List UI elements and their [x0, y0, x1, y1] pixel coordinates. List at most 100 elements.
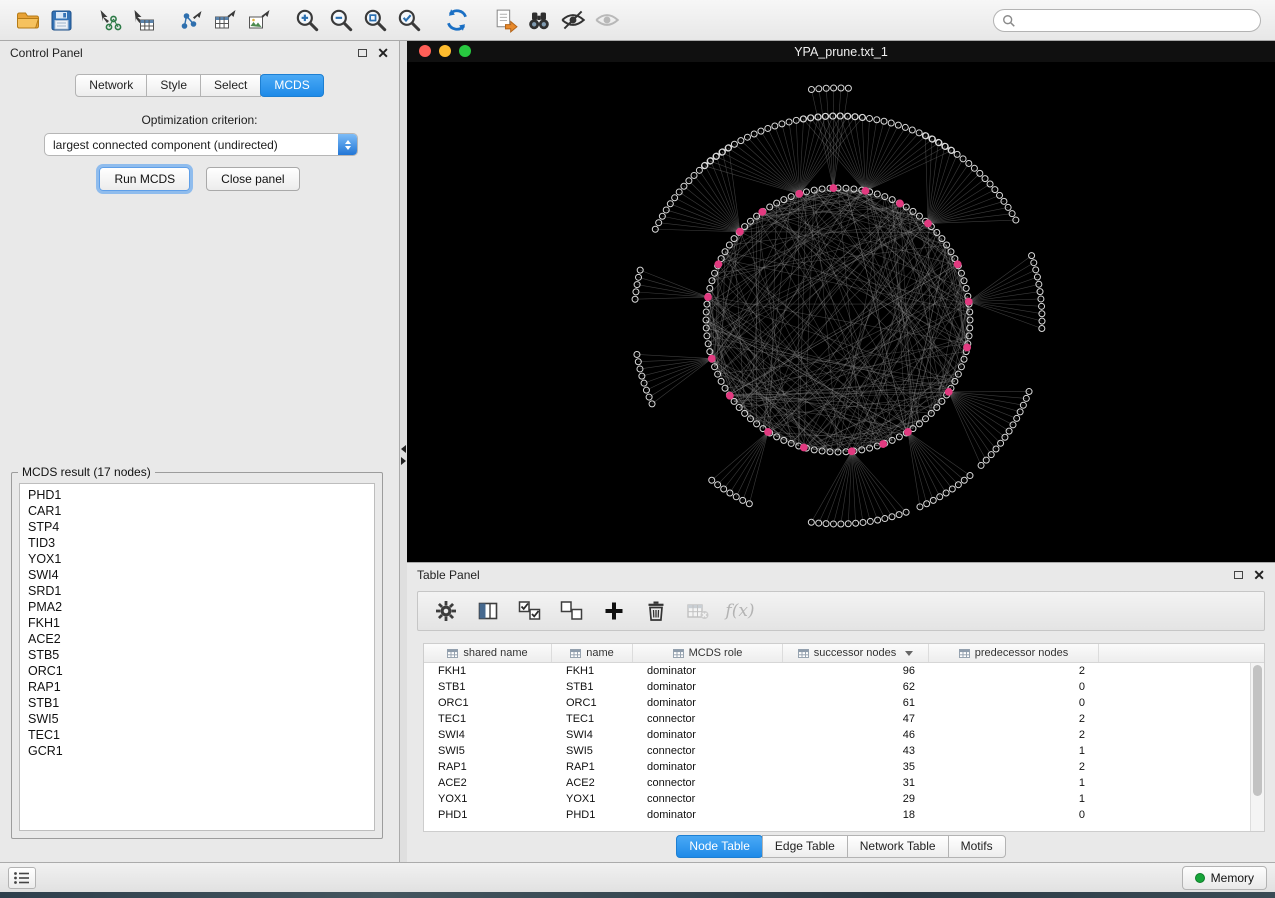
tab-edge-table[interactable]: Edge Table — [762, 835, 848, 858]
tab-select[interactable]: Select — [200, 74, 261, 97]
tab-style[interactable]: Style — [146, 74, 201, 97]
table-cell: 31 — [783, 775, 929, 791]
tab-mcds[interactable]: MCDS — [260, 74, 323, 97]
table-cell: 2 — [929, 759, 1099, 775]
export-image-icon[interactable] — [242, 4, 276, 36]
mcds-result-node[interactable]: PMA2 — [28, 599, 374, 615]
zoom-selected-icon[interactable] — [392, 4, 426, 36]
zoom-in-icon[interactable] — [290, 4, 324, 36]
network-canvas[interactable] — [407, 62, 1275, 562]
table-cell: SWI4 — [552, 727, 633, 743]
table-cell — [1099, 791, 1250, 807]
table-cell: PHD1 — [424, 807, 552, 823]
table-cell: connector — [633, 743, 783, 759]
show-columns-icon[interactable] — [472, 596, 504, 626]
table-row[interactable]: SWI4SWI4dominator462 — [424, 727, 1250, 743]
window-minimize-icon[interactable] — [439, 45, 451, 57]
float-panel-icon[interactable] — [358, 49, 367, 57]
mcds-result-node[interactable]: CAR1 — [28, 503, 374, 519]
export-table-icon[interactable] — [208, 4, 242, 36]
apply-layout-icon[interactable] — [440, 4, 474, 36]
table-scrollbar[interactable] — [1250, 663, 1264, 831]
table-row[interactable]: STB1STB1dominator620 — [424, 679, 1250, 695]
mcds-result-node[interactable]: STP4 — [28, 519, 374, 535]
mcds-result-node[interactable]: PHD1 — [28, 487, 374, 503]
table-row[interactable]: RAP1RAP1dominator352 — [424, 759, 1250, 775]
zoom-fit-icon[interactable] — [358, 4, 392, 36]
table-cell — [1099, 727, 1250, 743]
table-row[interactable]: PHD1PHD1dominator180 — [424, 807, 1250, 823]
mcds-result-node[interactable]: RAP1 — [28, 679, 374, 695]
table-row[interactable]: ORC1ORC1dominator610 — [424, 695, 1250, 711]
table-row[interactable]: ACE2ACE2connector311 — [424, 775, 1250, 791]
tab-node-table[interactable]: Node Table — [676, 835, 763, 858]
settings-gear-icon[interactable] — [430, 596, 462, 626]
collapse-left-icon[interactable] — [401, 445, 406, 453]
column-header-mcds-role[interactable]: MCDS role — [633, 644, 783, 662]
column-header-predecessor-nodes[interactable]: predecessor nodes — [929, 644, 1099, 662]
mcds-result-list[interactable]: PHD1CAR1STP4TID3YOX1SWI4SRD1PMA2FKH1ACE2… — [19, 483, 375, 831]
memory-status-icon — [1195, 873, 1205, 883]
run-mcds-button[interactable]: Run MCDS — [99, 167, 190, 191]
close-panel-button[interactable]: Close panel — [206, 167, 299, 191]
scrollbar-thumb[interactable] — [1253, 665, 1262, 796]
save-session-icon[interactable] — [44, 4, 78, 36]
tab-network-table[interactable]: Network Table — [847, 835, 949, 858]
import-network-icon[interactable] — [92, 4, 126, 36]
open-file-icon[interactable] — [10, 4, 44, 36]
search-field[interactable] — [993, 9, 1261, 32]
binoculars-icon[interactable] — [522, 4, 556, 36]
mcds-result-node[interactable]: ACE2 — [28, 631, 374, 647]
memory-button[interactable]: Memory — [1182, 866, 1267, 890]
tab-network[interactable]: Network — [75, 74, 147, 97]
vertical-splitter[interactable] — [400, 41, 407, 862]
close-table-panel-icon[interactable]: ✕ — [1253, 568, 1265, 582]
optimization-criterion-select[interactable]: largest connected component (undirected) — [44, 133, 358, 156]
mcds-result-node[interactable]: GCR1 — [28, 743, 374, 759]
export-network-icon[interactable] — [174, 4, 208, 36]
mcds-result-node[interactable]: SWI4 — [28, 567, 374, 583]
float-table-panel-icon[interactable] — [1234, 571, 1243, 579]
table-row[interactable]: YOX1YOX1connector291 — [424, 791, 1250, 807]
expand-right-icon[interactable] — [401, 457, 406, 465]
share-document-icon[interactable] — [488, 4, 522, 36]
window-zoom-icon[interactable] — [459, 45, 471, 57]
hide-eye-icon[interactable] — [556, 4, 590, 36]
mcds-result-node[interactable]: STB1 — [28, 695, 374, 711]
select-all-icon[interactable] — [514, 596, 546, 626]
deselect-all-icon[interactable] — [556, 596, 588, 626]
search-input[interactable] — [1021, 14, 1260, 28]
mcds-result-node[interactable]: SRD1 — [28, 583, 374, 599]
table-row[interactable]: SWI5SWI5connector431 — [424, 743, 1250, 759]
close-panel-icon[interactable]: ✕ — [377, 46, 389, 60]
mcds-result-node[interactable]: SWI5 — [28, 711, 374, 727]
toolbar-separator — [426, 20, 440, 21]
mcds-result-node[interactable]: TEC1 — [28, 727, 374, 743]
sort-descending-icon[interactable] — [905, 651, 913, 656]
column-header-shared-name[interactable]: shared name — [424, 644, 552, 662]
combo-stepper-icon — [338, 134, 357, 155]
zoom-out-icon[interactable] — [324, 4, 358, 36]
table-row[interactable]: FKH1FKH1dominator962 — [424, 663, 1250, 679]
delete-row-icon[interactable] — [640, 596, 672, 626]
task-history-button[interactable] — [8, 867, 36, 889]
tab-motifs[interactable]: Motifs — [948, 835, 1006, 858]
mcds-result-node[interactable]: STB5 — [28, 647, 374, 663]
mcds-result-node[interactable]: TID3 — [28, 535, 374, 551]
column-type-icon — [447, 649, 458, 658]
control-panel-header: Control Panel ✕ — [0, 41, 399, 65]
column-header-successor-nodes[interactable]: successor nodes — [783, 644, 929, 662]
show-eye-icon[interactable] — [590, 4, 624, 36]
mcds-result-node[interactable]: FKH1 — [28, 615, 374, 631]
table-row[interactable]: TEC1TEC1connector472 — [424, 711, 1250, 727]
optimization-criterion-label: Optimization criterion: — [0, 113, 399, 127]
function-builder-icon[interactable]: f(x) — [724, 596, 756, 626]
column-header-filler — [1099, 644, 1264, 662]
import-table-icon[interactable] — [126, 4, 160, 36]
column-header-name[interactable]: name — [552, 644, 633, 662]
mcds-result-node[interactable]: YOX1 — [28, 551, 374, 567]
add-row-icon[interactable] — [598, 596, 630, 626]
mcds-result-node[interactable]: ORC1 — [28, 663, 374, 679]
window-close-icon[interactable] — [419, 45, 431, 57]
delete-table-icon[interactable] — [682, 596, 714, 626]
